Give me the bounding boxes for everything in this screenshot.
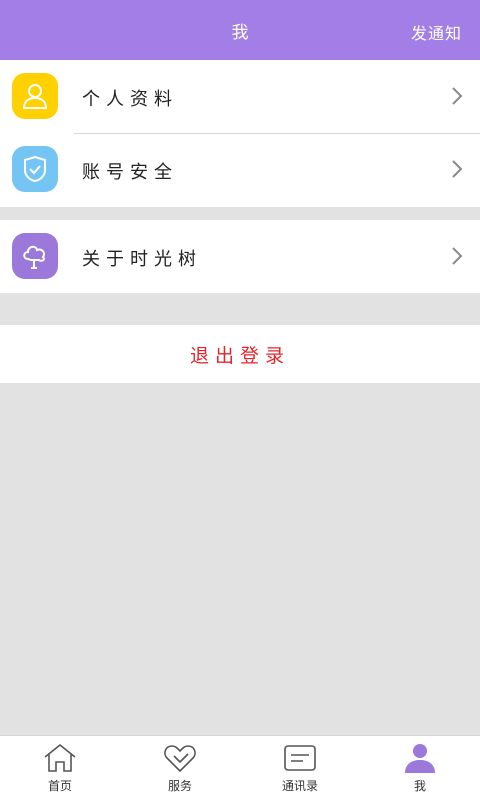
me-icon bbox=[405, 744, 435, 773]
about-group: 关于时光树 bbox=[0, 220, 480, 293]
tab-home[interactable]: 首页 bbox=[0, 736, 120, 800]
heart-icon bbox=[164, 745, 196, 773]
send-notice-button[interactable]: 发通知 bbox=[411, 20, 462, 44]
logout-label: 退出登录 bbox=[189, 344, 290, 367]
user-icon bbox=[12, 73, 58, 119]
tab-label: 首页 bbox=[47, 779, 72, 793]
menu-item-label: 账号安全 bbox=[82, 162, 178, 183]
chevron-right-icon bbox=[452, 160, 463, 178]
menu-item-label: 个人资料 bbox=[82, 89, 178, 110]
chevron-right-icon bbox=[452, 247, 463, 265]
logout-button[interactable]: 退出登录 bbox=[0, 325, 480, 383]
tab-me[interactable]: 我 bbox=[360, 736, 480, 800]
menu-item-about[interactable]: 关于时光树 bbox=[0, 220, 480, 293]
tab-label: 我 bbox=[413, 779, 426, 793]
menu-item-profile[interactable]: 个人资料 bbox=[0, 60, 480, 133]
menu-item-label: 关于时光树 bbox=[82, 249, 202, 270]
page-title: 我 bbox=[231, 23, 249, 43]
menu-item-security[interactable]: 账号安全 bbox=[0, 133, 480, 206]
shield-check-icon bbox=[12, 146, 58, 192]
top-bar: 我 发通知 bbox=[0, 0, 480, 60]
tree-icon bbox=[12, 233, 58, 279]
tab-label: 通讯录 bbox=[281, 779, 318, 793]
bottom-tab-bar: 首页 服务 通讯录 我 bbox=[0, 735, 480, 800]
tab-contacts[interactable]: 通讯录 bbox=[240, 736, 360, 800]
account-group: 个人资料 账号安全 bbox=[0, 60, 480, 207]
tab-service[interactable]: 服务 bbox=[120, 736, 240, 800]
chevron-right-icon bbox=[452, 87, 463, 105]
contacts-icon bbox=[284, 745, 316, 771]
tab-label: 服务 bbox=[167, 779, 192, 793]
home-icon bbox=[44, 743, 76, 772]
